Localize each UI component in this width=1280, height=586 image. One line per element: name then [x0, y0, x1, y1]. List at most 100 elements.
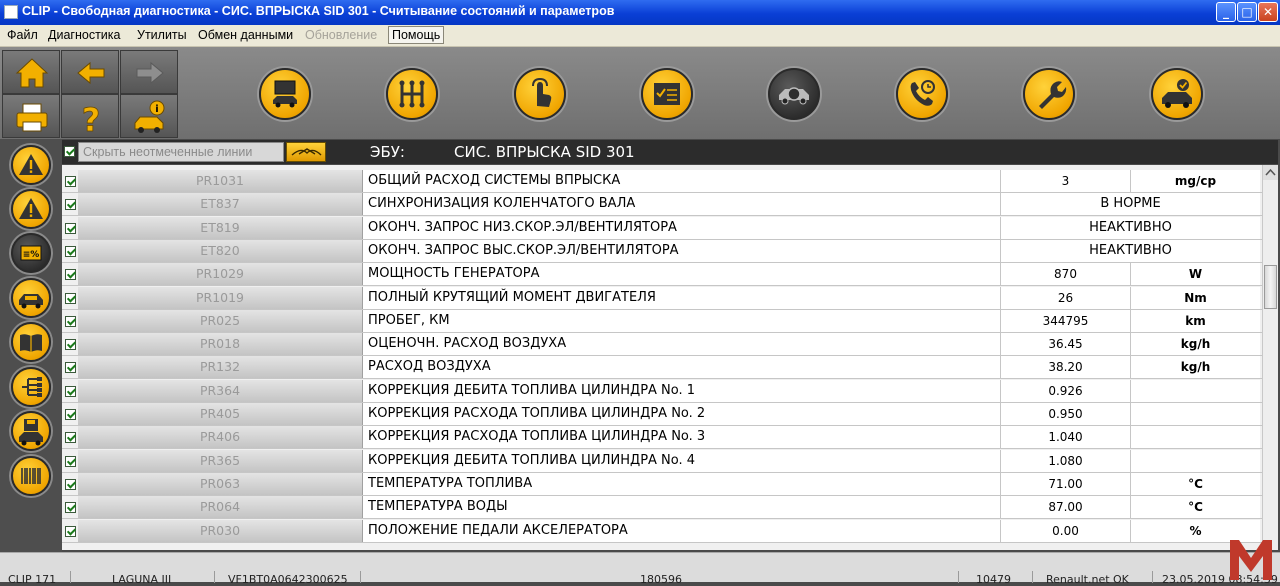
- title-bar: CLIP - Свободная диагностика - СИС. ВПРЫ…: [0, 0, 1280, 25]
- menu-file[interactable]: Файл: [7, 28, 38, 42]
- parameter-name: ТЕМПЕРАТУРА ТОПЛИВА: [362, 472, 1000, 495]
- table-row[interactable]: PR1019 ПОЛНЫЙ КРУТЯЩИЙ МОМЕНТ ДВИГАТЕЛЯ 26…: [62, 286, 1262, 310]
- filter-button[interactable]: [286, 142, 326, 162]
- vehicle-info-icon: i: [134, 100, 165, 133]
- table-row[interactable]: PR030 ПОЛОЖЕНИЕ ПЕДАЛИ АКСЕЛЕРАТОРА 0.00%: [62, 519, 1262, 543]
- parameter-value: 3: [1000, 170, 1130, 192]
- parameter-name: ПОЛОЖЕНИЕ ПЕДАЛИ АКСЕЛЕРАТОРА: [362, 519, 1000, 542]
- parameter-value: 870: [1000, 263, 1130, 286]
- print-button[interactable]: [2, 94, 60, 138]
- close-button[interactable]: ✕: [1258, 2, 1278, 22]
- row-checkbox[interactable]: [65, 269, 76, 281]
- sidebar-button-barcode[interactable]: [11, 456, 51, 496]
- sidebar-button-faults-2[interactable]: [11, 189, 51, 229]
- table-row[interactable]: PR365 КОРРЕКЦИЯ ДЕБИТА ТОПЛИВА ЦИЛИНДРА N…: [62, 449, 1262, 473]
- table-row[interactable]: PR064 ТЕМПЕРАТУРА ВОДЫ 87.00 °C: [62, 496, 1262, 520]
- phone-support-button[interactable]: [896, 68, 948, 120]
- row-checkbox[interactable]: [65, 362, 76, 374]
- checklist-button[interactable]: [641, 68, 693, 120]
- menu-data-exchange[interactable]: Обмен данными: [198, 28, 293, 42]
- vehicle-screen-button[interactable]: [259, 68, 311, 120]
- table-row[interactable]: ET820 ОКОНЧ. ЗАПРОС ВЫС.СКОР.ЭЛ/ВЕНТИЛЯТО…: [62, 239, 1262, 263]
- row-checkbox[interactable]: [65, 409, 76, 420]
- sidebar-button-tree[interactable]: [11, 367, 51, 407]
- sidebar-button-vehicle[interactable]: [11, 278, 51, 318]
- vehicle-save-icon: [19, 419, 43, 446]
- row-checkbox[interactable]: [65, 199, 76, 211]
- sidebar-button-parameters[interactable]: ≡%: [11, 233, 51, 273]
- parameter-code: PR025: [78, 309, 362, 332]
- row-checkbox[interactable]: [65, 478, 76, 490]
- row-checkbox[interactable]: [65, 432, 76, 444]
- parameter-code: PR132: [78, 356, 362, 379]
- status-number: 180596: [640, 573, 682, 586]
- tree-icon: [22, 377, 42, 397]
- minimize-button[interactable]: _: [1216, 2, 1236, 22]
- parameter-code: PR063: [78, 472, 362, 495]
- row-checkbox[interactable]: [65, 176, 76, 187]
- sidebar-button-faults[interactable]: [11, 145, 51, 185]
- table-row[interactable]: ET819 ОКОНЧ. ЗАПРОС НИЗ.СКОР.ЭЛ/ВЕНТИЛЯТО…: [62, 216, 1262, 240]
- parameter-name: ПОЛНЫЙ КРУТЯЩИЙ МОМЕНТ ДВИГАТЕЛЯ: [362, 286, 1000, 309]
- table-scrollbar[interactable]: [1262, 165, 1278, 550]
- app-icon: [4, 5, 18, 19]
- parameter-code: PR406: [78, 426, 362, 449]
- parameter-unit: [1130, 449, 1260, 472]
- table-row[interactable]: PR1031 ОБЩИЙ РАСХОД СИСТЕМЫ ВПРЫСКА 3 mg/cp: [62, 170, 1262, 193]
- hide-unchecked-label[interactable]: Скрыть неотмеченные линии: [78, 142, 284, 162]
- menu-utilities[interactable]: Утилиты: [137, 28, 187, 42]
- row-checkbox[interactable]: [65, 339, 76, 351]
- table-row[interactable]: PR025 ПРОБЕГ, КМ 344795 km: [62, 309, 1262, 333]
- table-row[interactable]: PR405 КОРРЕКЦИЯ РАСХОДА ТОПЛИВА ЦИЛИНДРА …: [62, 403, 1262, 426]
- row-checkbox[interactable]: [65, 292, 76, 304]
- vehicle-check-button[interactable]: [1151, 68, 1203, 120]
- back-arrow-icon: [77, 61, 105, 85]
- row-checkbox[interactable]: [65, 315, 76, 327]
- vehicle-check-icon: [1162, 79, 1192, 108]
- vehicle-info-button[interactable]: i: [120, 94, 178, 138]
- parameter-value: 1.040: [1000, 426, 1130, 449]
- help-button[interactable]: ?: [61, 94, 119, 139]
- home-button[interactable]: [2, 50, 60, 94]
- parameter-name: МОЩНОСТЬ ГЕНЕРАТОРА: [362, 263, 1000, 286]
- table-row[interactable]: PR364 КОРРЕКЦИЯ ДЕБИТА ТОПЛИВА ЦИЛИНДРА N…: [62, 379, 1262, 403]
- table-row[interactable]: PR132 РАСХОД ВОЗДУХА 38.20 kg/h: [62, 356, 1262, 380]
- parameter-value: 87.00: [1000, 496, 1130, 519]
- row-checkbox[interactable]: [65, 455, 76, 467]
- status-separator: [70, 571, 71, 583]
- row-checkbox[interactable]: [65, 502, 76, 514]
- scroll-thumb[interactable]: [1264, 265, 1277, 309]
- filter-icon: [291, 148, 322, 156]
- menu-diagnostics[interactable]: Диагностика: [48, 28, 120, 42]
- menu-update: Обновление: [305, 28, 378, 42]
- parameter-name: ОЦЕНОЧН. РАСХОД ВОЗДУХА: [362, 333, 1000, 356]
- parameter-code: PR405: [78, 403, 362, 425]
- row-checkbox[interactable]: [65, 385, 76, 397]
- sidebar-button-manual[interactable]: [11, 322, 51, 362]
- row-checkbox[interactable]: [65, 525, 76, 537]
- row-checkbox[interactable]: [65, 245, 76, 257]
- maximize-button[interactable]: □: [1237, 2, 1257, 22]
- table-row[interactable]: PR1029 МОЩНОСТЬ ГЕНЕРАТОРА 870 W: [62, 263, 1262, 287]
- table-row[interactable]: PR406 КОРРЕКЦИЯ РАСХОДА ТОПЛИВА ЦИЛИНДРА …: [62, 426, 1262, 450]
- hide-unchecked-checkbox[interactable]: [64, 146, 75, 157]
- table-row[interactable]: PR018 ОЦЕНОЧН. РАСХОД ВОЗДУХА 36.45 kg/h: [62, 333, 1262, 357]
- table-row[interactable]: PR063 ТЕМПЕРАТУРА ТОПЛИВА 71.00 °C: [62, 472, 1262, 496]
- row-checkbox[interactable]: [65, 222, 76, 234]
- gearbox-button[interactable]: [386, 68, 438, 120]
- menu-help[interactable]: Помощь: [388, 26, 445, 44]
- wrench-button[interactable]: [1023, 68, 1075, 120]
- sidebar-button-save[interactable]: [11, 411, 51, 451]
- touch-button[interactable]: [514, 68, 566, 120]
- wrench-icon: [1039, 81, 1067, 109]
- status-separator: [1152, 571, 1153, 583]
- parameter-name: КОРРЕКЦИЯ РАСХОДА ТОПЛИВА ЦИЛИНДРА No. 2: [362, 403, 1000, 425]
- status-separator: [1032, 571, 1033, 583]
- vehicle-diagnostic-button[interactable]: [768, 68, 820, 120]
- parameter-code: PR1031: [78, 170, 362, 192]
- parameter-unit: [1130, 379, 1260, 402]
- parameter-unit: kg/h: [1130, 333, 1260, 356]
- table-row[interactable]: ET837 СИНХРОНИЗАЦИЯ КОЛЕНЧАТОГО ВАЛА В НОР…: [62, 193, 1262, 217]
- back-button[interactable]: [61, 50, 119, 94]
- scroll-up-button[interactable]: [1263, 165, 1278, 180]
